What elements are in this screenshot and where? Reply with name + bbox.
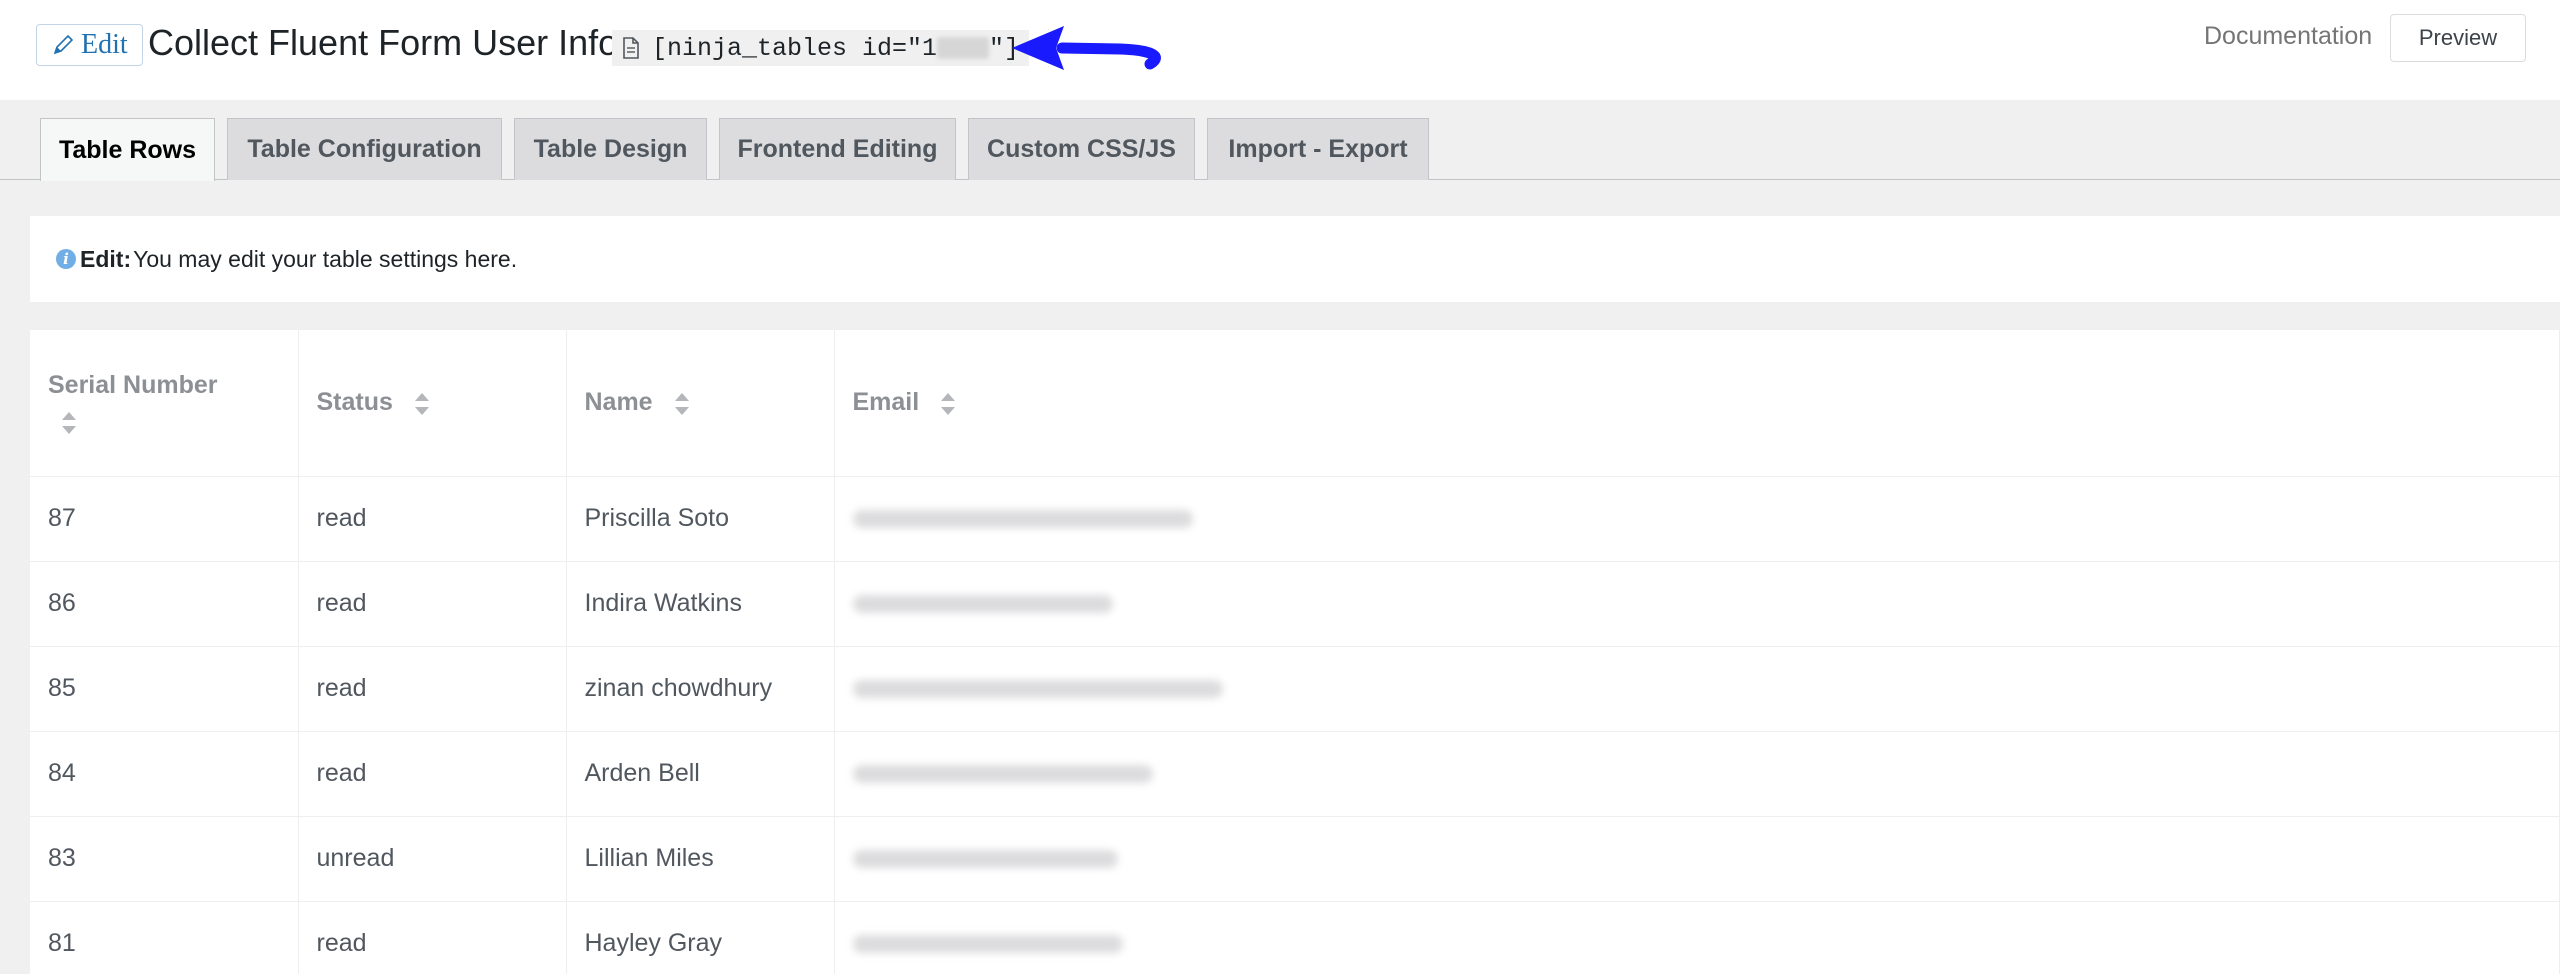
cell-serial: 83: [30, 816, 299, 902]
cell-status: read: [298, 561, 567, 647]
cell-status: read: [298, 646, 567, 732]
redacted-email: [852, 850, 1118, 869]
table-row[interactable]: 84 read Arden Bell: [30, 731, 2560, 817]
info-icon: i: [56, 249, 76, 269]
annotation-arrow-icon: [1012, 26, 1161, 70]
column-label: Status: [316, 388, 393, 417]
redacted-email: [852, 680, 1223, 699]
top-header: Edit Collect Fluent Form User Info [ninj…: [0, 0, 2560, 100]
column-label: Name: [584, 388, 653, 417]
cell-email-redacted: [834, 816, 2560, 902]
column-label: Email: [852, 388, 920, 417]
edit-label: Edit: [81, 29, 128, 60]
column-header-email[interactable]: Email: [834, 330, 2560, 477]
redacted-id: [937, 36, 990, 59]
table-row[interactable]: 86 read Indira Watkins: [30, 561, 2560, 647]
tab-table-design[interactable]: Table Design: [514, 118, 707, 180]
cell-status: read: [298, 476, 567, 562]
cell-serial: 81: [30, 901, 299, 974]
cell-serial: 84: [30, 731, 299, 817]
cell-email-redacted: [834, 731, 2560, 817]
edit-title-button[interactable]: Edit: [36, 24, 143, 66]
documentation-link[interactable]: Documentation: [2204, 22, 2372, 51]
cell-email-redacted: [834, 476, 2560, 562]
cell-status: read: [298, 731, 567, 817]
cell-status: read: [298, 901, 567, 974]
cell-name: zinan chowdhury: [566, 646, 835, 732]
pencil-icon: [53, 34, 74, 55]
notice-strong: Edit:: [80, 245, 132, 272]
cell-email-redacted: [834, 646, 2560, 732]
redacted-email: [852, 935, 1123, 954]
table-row[interactable]: 85 read zinan chowdhury: [30, 646, 2560, 732]
notice-text: You may edit your table settings here.: [133, 245, 518, 272]
cell-serial: 87: [30, 476, 299, 562]
column-header-name[interactable]: Name: [566, 330, 835, 477]
cell-name: Lillian Miles: [566, 816, 835, 902]
cell-name: Indira Watkins: [566, 561, 835, 647]
settings-tabs: Table Rows Table Configuration Table Des…: [0, 100, 2560, 181]
cell-serial: 86: [30, 561, 299, 647]
redacted-email: [852, 510, 1193, 529]
sort-icon[interactable]: [62, 412, 76, 435]
cell-serial: 85: [30, 646, 299, 732]
tab-custom-css-js[interactable]: Custom CSS/JS: [968, 118, 1195, 180]
tab-import-export[interactable]: Import - Export: [1207, 118, 1429, 180]
cell-email-redacted: [834, 561, 2560, 647]
table-row[interactable]: 81 read Hayley Gray: [30, 901, 2560, 974]
preview-button[interactable]: Preview: [2390, 14, 2526, 62]
rows-table: Serial Number Status Name Email 87 read …: [30, 330, 2560, 974]
shortcode-prefix: [ninja_tables id="1: [652, 33, 938, 63]
shortcode-copy[interactable]: [ninja_tables id="1 "]: [612, 30, 1030, 66]
tab-frontend-editing[interactable]: Frontend Editing: [719, 118, 956, 180]
document-icon: [623, 37, 639, 59]
column-header-status[interactable]: Status: [298, 330, 567, 477]
tab-table-configuration[interactable]: Table Configuration: [227, 118, 502, 180]
sort-icon[interactable]: [414, 392, 429, 415]
tab-table-rows[interactable]: Table Rows: [40, 118, 215, 181]
sort-icon[interactable]: [941, 392, 956, 415]
shortcode-text: [ninja_tables id="1 "]: [652, 34, 1019, 63]
cell-name: Hayley Gray: [566, 901, 835, 974]
column-label: Serial Number: [48, 371, 218, 400]
edit-notice: i Edit: You may edit your table settings…: [30, 216, 2560, 302]
page-title: Collect Fluent Form User Info: [148, 22, 619, 63]
cell-status: unread: [298, 816, 567, 902]
redacted-email: [852, 765, 1153, 784]
table-header-row: Serial Number Status Name Email: [30, 330, 2560, 477]
redacted-email: [852, 595, 1113, 614]
table-row[interactable]: 87 read Priscilla Soto: [30, 476, 2560, 562]
sort-icon[interactable]: [674, 392, 689, 415]
cell-name: Arden Bell: [566, 731, 835, 817]
table-row[interactable]: 83 unread Lillian Miles: [30, 816, 2560, 902]
cell-name: Priscilla Soto: [566, 476, 835, 562]
column-header-serial-number[interactable]: Serial Number: [30, 330, 299, 477]
cell-email-redacted: [834, 901, 2560, 974]
